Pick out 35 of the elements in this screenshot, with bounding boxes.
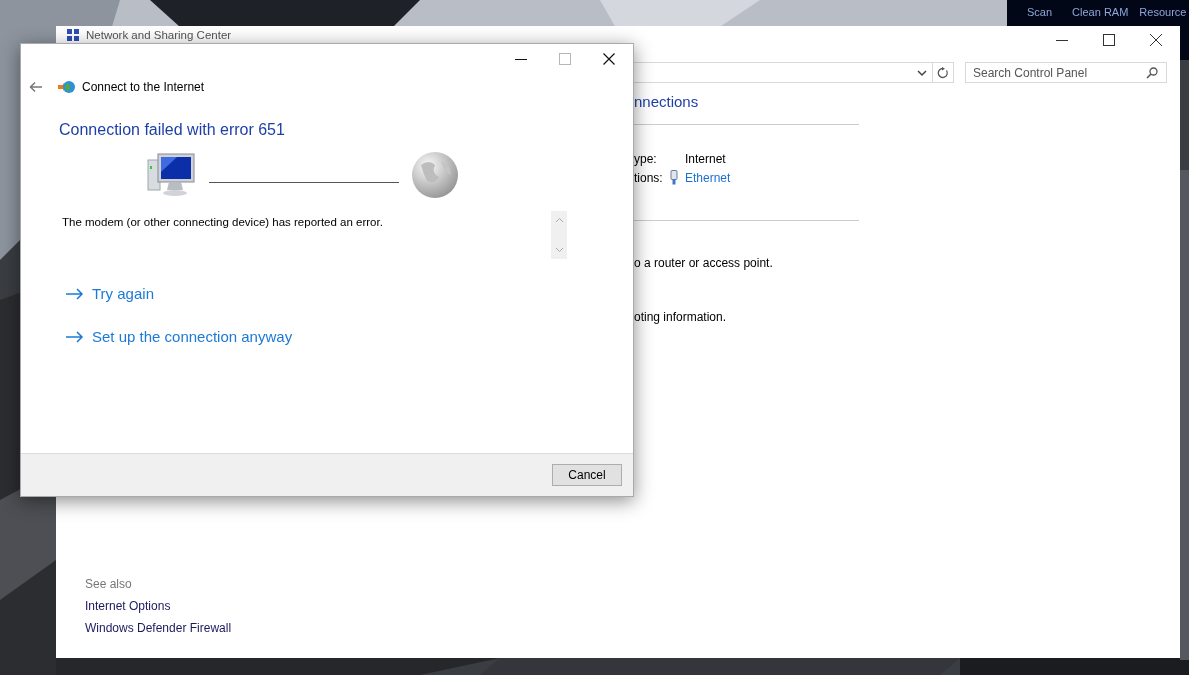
window-title: Network and Sharing Center [86,29,232,41]
network-icon [66,28,80,42]
description-text: o a router or access point. [634,256,773,270]
arrow-right-icon[interactable] [66,287,84,300]
toolbar-item[interactable]: Clean RAM [1072,6,1129,18]
maximize-icon[interactable] [1103,34,1115,46]
command-link[interactable]: Set up the connection anyway [92,328,293,345]
globe-icon [411,151,459,199]
close-icon[interactable] [1150,34,1162,46]
cancel-button[interactable]: Cancel [552,464,622,486]
see-also-link[interactable]: Internet Options [85,599,232,613]
search-icon [1146,67,1158,79]
description-text: oting information. [634,310,727,324]
chevron-down-icon[interactable] [917,69,927,77]
section-heading: nnections [634,93,699,110]
computer-icon [147,152,197,198]
close-icon[interactable] [603,53,615,65]
toolbar-item[interactable]: Scan [1027,6,1053,18]
search-field[interactable]: Search Control Panel [965,62,1167,83]
see-also-heading: See also [85,577,133,591]
ethernet-icon [670,170,678,185]
see-also-link[interactable]: Windows Defender Firewall [85,621,232,635]
error-message: The modem (or other connecting device) has reported an error. [62,216,383,228]
detail-value: Internet [685,151,726,166]
arrow-right-icon[interactable] [66,330,84,343]
dialog-title: Connect to the Internet [82,80,205,94]
refresh-icon[interactable] [937,67,949,79]
detail-label: tions: [634,170,664,185]
connection-link[interactable]: Ethernet [685,170,731,185]
back-arrow-icon[interactable] [29,81,43,93]
error-heading: Connection failed with error 651 [59,121,285,139]
detail-label: ype: [634,151,658,166]
command-link[interactable]: Try again [92,285,154,302]
globe-icon [58,80,76,94]
toolbar-item[interactable]: Resource [1139,6,1187,18]
